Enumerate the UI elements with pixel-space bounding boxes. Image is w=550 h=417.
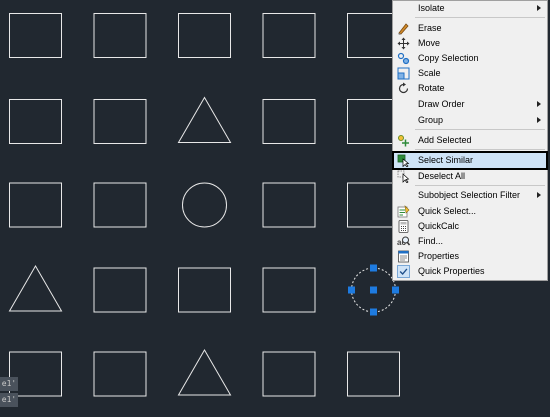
menu-item-label: Rotate [418,83,445,93]
copy-selection-icon [397,52,410,65]
menu-item-label: Group [418,115,444,125]
calculator-icon [398,220,409,233]
menu-item-scale[interactable]: Scale [393,66,547,81]
menu-item-properties[interactable]: Properties [393,249,547,264]
rectangle-shape[interactable] [9,99,62,144]
rectangle-shape[interactable] [93,13,147,58]
menu-item-label: Deselect All [418,171,466,181]
submenu-arrow-icon [537,192,541,198]
rectangle-shape[interactable] [262,267,316,313]
rectangle-shape[interactable] [93,267,147,313]
rectangle-shape[interactable] [9,182,62,228]
triangle-shape[interactable] [177,96,232,143]
menu-item-isolate[interactable]: Isolate [393,1,547,16]
rectangle-shape[interactable] [347,351,400,397]
rectangle-shape[interactable] [93,351,147,397]
rectangle-shape[interactable] [9,13,62,58]
rotate-icon [398,82,409,94]
submenu-arrow-icon [537,101,541,107]
menu-item-label: Add Selected [418,135,472,145]
menu-item-rotate[interactable]: Rotate [393,81,547,96]
menu-item-quick-select[interactable]: Quick Select... [393,204,547,219]
circle-shape[interactable] [182,182,227,228]
command-line-glyph: e1' [0,393,18,407]
command-line-glyph: e1' [0,377,18,391]
menu-item-group[interactable]: Group [393,113,547,128]
menu-item-find[interactable]: ac Find... [393,234,547,249]
menu-item-quickcalc[interactable]: QuickCalc [393,219,547,234]
select-similar-icon [397,154,410,167]
rectangle-shape[interactable] [178,267,231,313]
move-arrows-icon [397,37,410,50]
menu-item-draw-order[interactable]: Draw Order [393,97,547,112]
menu-separator [415,17,545,18]
rectangle-shape[interactable] [262,99,316,144]
submenu-arrow-icon [537,5,541,11]
eraser-icon [398,23,409,35]
menu-item-quick-properties[interactable]: Quick Properties [393,264,547,279]
menu-item-move[interactable]: Move [393,36,547,51]
menu-item-label: Subobject Selection Filter [418,190,521,200]
checkmark-icon [397,265,410,278]
context-menu: Isolate Erase Move Copy Selection Scale [392,0,548,281]
grip-handle[interactable] [370,264,377,272]
add-selected-icon [398,135,409,147]
submenu-arrow-icon [537,117,541,123]
menu-item-add-selected[interactable]: Add Selected [393,133,547,148]
grip-handle[interactable] [370,286,377,294]
menu-separator [415,149,545,150]
rectangle-shape[interactable] [262,182,316,228]
rectangle-shape[interactable] [178,13,231,58]
deselect-all-icon [397,170,410,183]
triangle-shape[interactable] [8,265,63,312]
rectangle-shape[interactable] [262,351,316,397]
rectangle-shape[interactable] [93,99,147,144]
menu-item-label: Move [418,38,441,48]
menu-item-label: Erase [418,23,442,33]
menu-item-erase[interactable]: Erase [393,21,547,36]
menu-item-label: QuickCalc [418,221,460,231]
menu-item-deselect-all[interactable]: Deselect All [393,169,547,184]
rectangle-shape[interactable] [93,182,147,228]
menu-separator [415,185,545,186]
menu-item-select-similar[interactable]: Select Similar [392,151,548,170]
menu-item-label: Quick Properties [418,266,485,276]
grip-handle[interactable] [392,286,399,294]
menu-item-label: Isolate [418,3,445,13]
triangle-shape[interactable] [177,349,232,396]
menu-item-label: Properties [418,251,460,261]
properties-icon [398,250,409,263]
rectangle-shape[interactable] [262,13,316,58]
quick-select-icon [397,205,410,218]
menu-item-label: Draw Order [418,99,465,109]
grip-handle[interactable] [348,286,355,294]
menu-separator [415,129,545,130]
menu-item-label: Quick Select... [418,206,477,216]
menu-item-label: Scale [418,68,441,78]
grip-handle[interactable] [370,308,377,316]
menu-item-label: Find... [418,236,444,246]
scale-icon [397,67,410,80]
find-icon: ac [397,236,410,247]
menu-item-label: Select Similar [418,155,474,165]
menu-item-label: Copy Selection [418,53,479,63]
menu-item-subobject-selection-filter[interactable]: Subobject Selection Filter [393,188,547,203]
menu-item-copy-selection[interactable]: Copy Selection [393,51,547,66]
